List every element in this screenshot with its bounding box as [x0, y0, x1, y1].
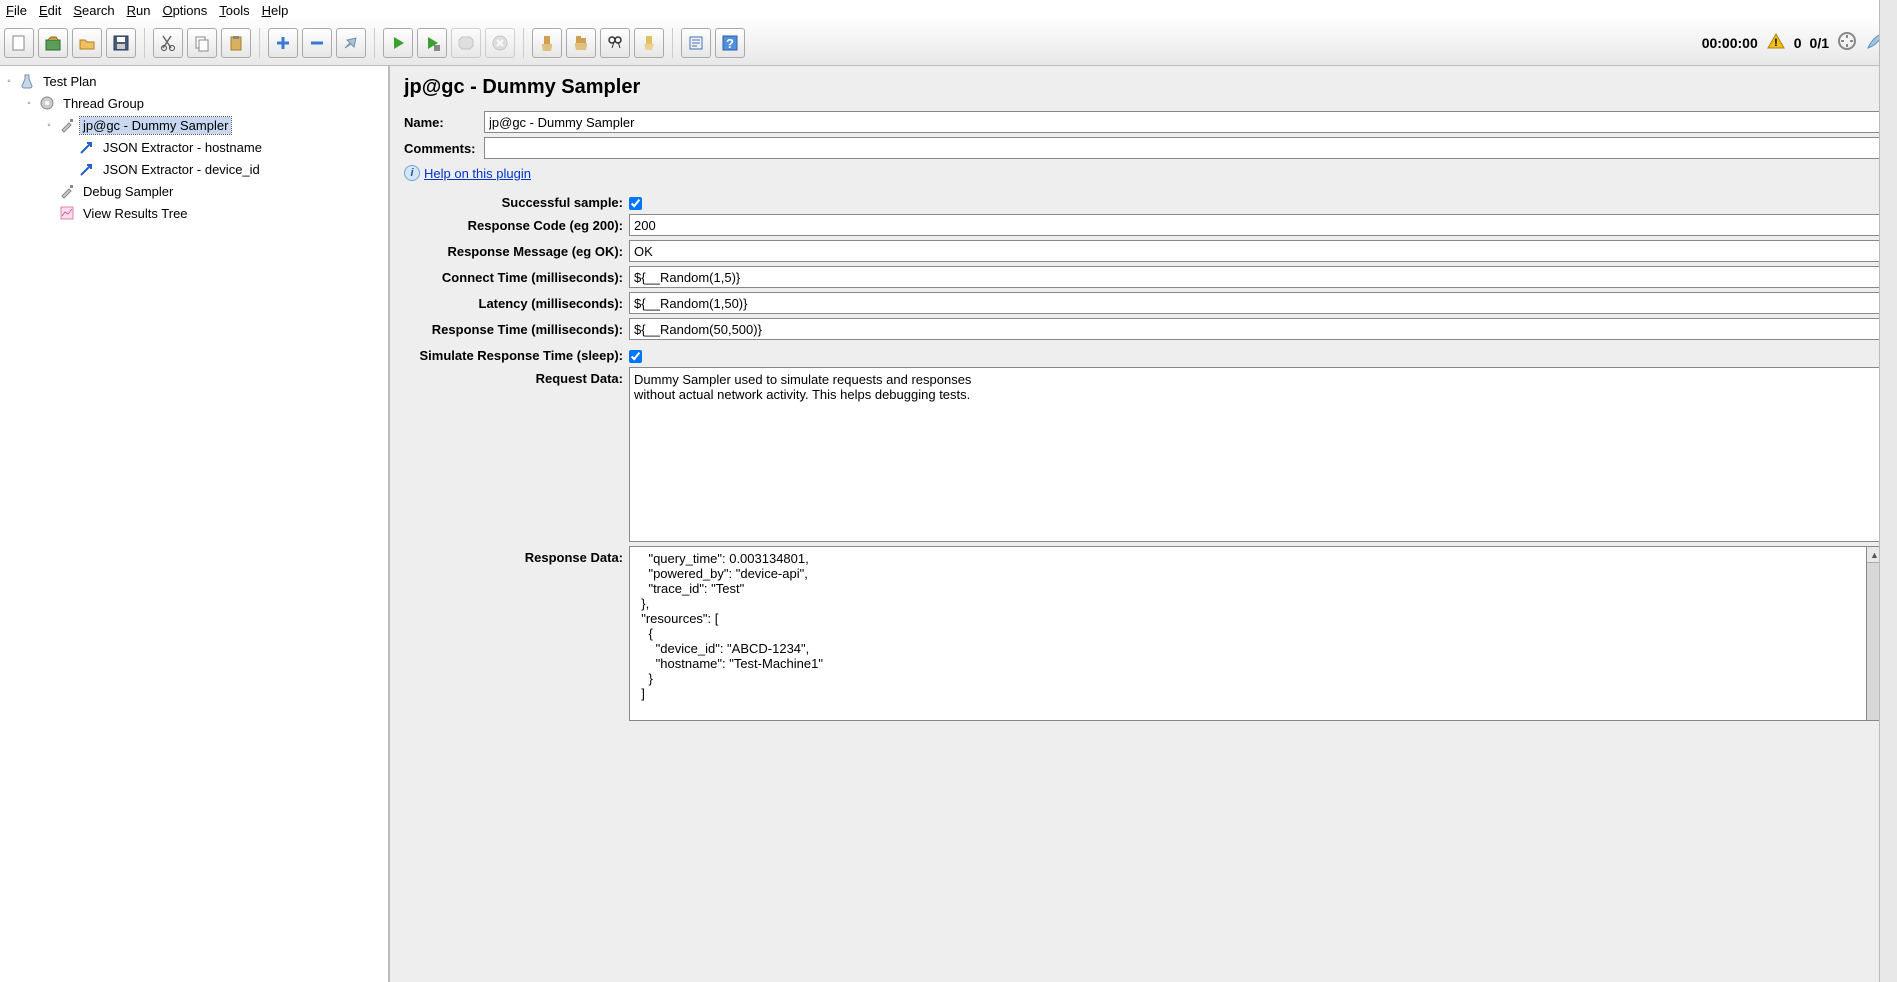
clear-all-button[interactable] — [566, 28, 596, 58]
search-button[interactable] — [600, 28, 630, 58]
menu-help[interactable]: Help — [262, 3, 289, 18]
paste-button[interactable] — [221, 28, 251, 58]
menu-tools[interactable]: Tools — [219, 3, 249, 18]
function-helper-button[interactable] — [681, 28, 711, 58]
cut-button[interactable] — [153, 28, 183, 58]
stop-button[interactable] — [451, 28, 481, 58]
arrow-icon — [78, 160, 96, 178]
tree-root-test-plan[interactable]: ◦ Test Plan — [4, 70, 384, 92]
connect-time-label: Connect Time (milliseconds): — [404, 266, 629, 285]
svg-text:?: ? — [726, 36, 734, 51]
elapsed-time: 00:00:00 — [1702, 35, 1758, 51]
tree-debug-sampler[interactable]: Debug Sampler — [44, 180, 384, 202]
response-message-input[interactable] — [629, 240, 1883, 262]
comments-label: Comments: — [404, 137, 484, 156]
warning-count: 0 — [1794, 35, 1802, 51]
menubar: File Edit Search Run Options Tools Help — [0, 0, 1897, 20]
response-code-label: Response Code (eg 200): — [404, 214, 629, 233]
open-button[interactable] — [72, 28, 102, 58]
name-input[interactable] — [484, 111, 1883, 133]
new-button[interactable] — [4, 28, 34, 58]
name-label: Name: — [404, 111, 484, 130]
menu-search[interactable]: Search — [73, 3, 114, 18]
toggle-button[interactable] — [336, 28, 366, 58]
flask-icon — [18, 72, 36, 90]
warning-icon: ! — [1766, 32, 1786, 53]
tree-json-extractor-hostname[interactable]: JSON Extractor - hostname — [64, 136, 384, 158]
panel-title: jp@gc - Dummy Sampler — [404, 76, 1883, 99]
thread-count: 0/1 — [1810, 35, 1829, 51]
response-message-label: Response Message (eg OK): — [404, 240, 629, 259]
remove-button[interactable] — [302, 28, 332, 58]
start-no-timers-button[interactable] — [417, 28, 447, 58]
menu-file[interactable]: File — [6, 3, 27, 18]
expand-toggle-icon[interactable]: ◦ — [24, 98, 34, 108]
save-button[interactable] — [106, 28, 136, 58]
simulate-response-time-checkbox[interactable] — [629, 350, 642, 363]
add-button[interactable] — [268, 28, 298, 58]
response-time-label: Response Time (milliseconds): — [404, 318, 629, 337]
info-icon: i — [404, 165, 420, 181]
toolbar: ? 00:00:00 ! 0 0/1 — [0, 20, 1897, 66]
tree-view-results-tree[interactable]: View Results Tree — [44, 202, 384, 224]
test-plan-tree[interactable]: ◦ Test Plan ◦ Thread Group ◦ jp@gc - Dum… — [0, 66, 390, 982]
svg-text:!: ! — [1774, 37, 1778, 49]
request-data-textarea[interactable] — [629, 367, 1883, 542]
response-time-input[interactable] — [629, 318, 1883, 340]
request-data-label: Request Data: — [404, 367, 629, 386]
simulate-response-time-label: Simulate Response Time (sleep): — [404, 344, 629, 363]
gear-icon — [38, 94, 56, 112]
dropper-icon — [58, 182, 76, 200]
expand-toggle-icon[interactable]: ◦ — [44, 120, 54, 130]
reset-search-button[interactable] — [634, 28, 664, 58]
comments-input[interactable] — [484, 137, 1883, 159]
templates-button[interactable] — [38, 28, 68, 58]
main-area: ◦ Test Plan ◦ Thread Group ◦ jp@gc - Dum… — [0, 66, 1897, 982]
expand-toggle-icon[interactable]: ◦ — [4, 76, 14, 86]
response-data-textarea[interactable] — [629, 546, 1867, 721]
editor-panel: jp@gc - Dummy Sampler Name: Comments: i … — [390, 66, 1897, 982]
start-button[interactable] — [383, 28, 413, 58]
chart-icon — [58, 204, 76, 222]
tree-thread-group[interactable]: ◦ Thread Group — [24, 92, 384, 114]
menu-edit[interactable]: Edit — [39, 3, 61, 18]
shutdown-button[interactable] — [485, 28, 515, 58]
connect-time-input[interactable] — [629, 266, 1883, 288]
successful-sample-label: Successful sample: — [404, 191, 629, 210]
threads-icon — [1837, 31, 1857, 54]
panel-scrollbar[interactable] — [1879, 0, 1897, 982]
response-data-label: Response Data: — [404, 546, 629, 565]
arrow-icon — [78, 138, 96, 156]
menu-run[interactable]: Run — [127, 3, 151, 18]
copy-button[interactable] — [187, 28, 217, 58]
dropper-icon — [58, 116, 76, 134]
status-bar: 00:00:00 ! 0 0/1 — [1702, 31, 1893, 54]
latency-input[interactable] — [629, 292, 1883, 314]
menu-options[interactable]: Options — [162, 3, 207, 18]
successful-sample-checkbox[interactable] — [629, 197, 642, 210]
tree-json-extractor-device-id[interactable]: JSON Extractor - device_id — [64, 158, 384, 180]
tree-dummy-sampler[interactable]: ◦ jp@gc - Dummy Sampler — [44, 114, 384, 136]
help-button[interactable]: ? — [715, 28, 745, 58]
response-code-input[interactable] — [629, 214, 1883, 236]
help-link[interactable]: Help on this plugin — [424, 166, 531, 181]
clear-button[interactable] — [532, 28, 562, 58]
latency-label: Latency (milliseconds): — [404, 292, 629, 311]
